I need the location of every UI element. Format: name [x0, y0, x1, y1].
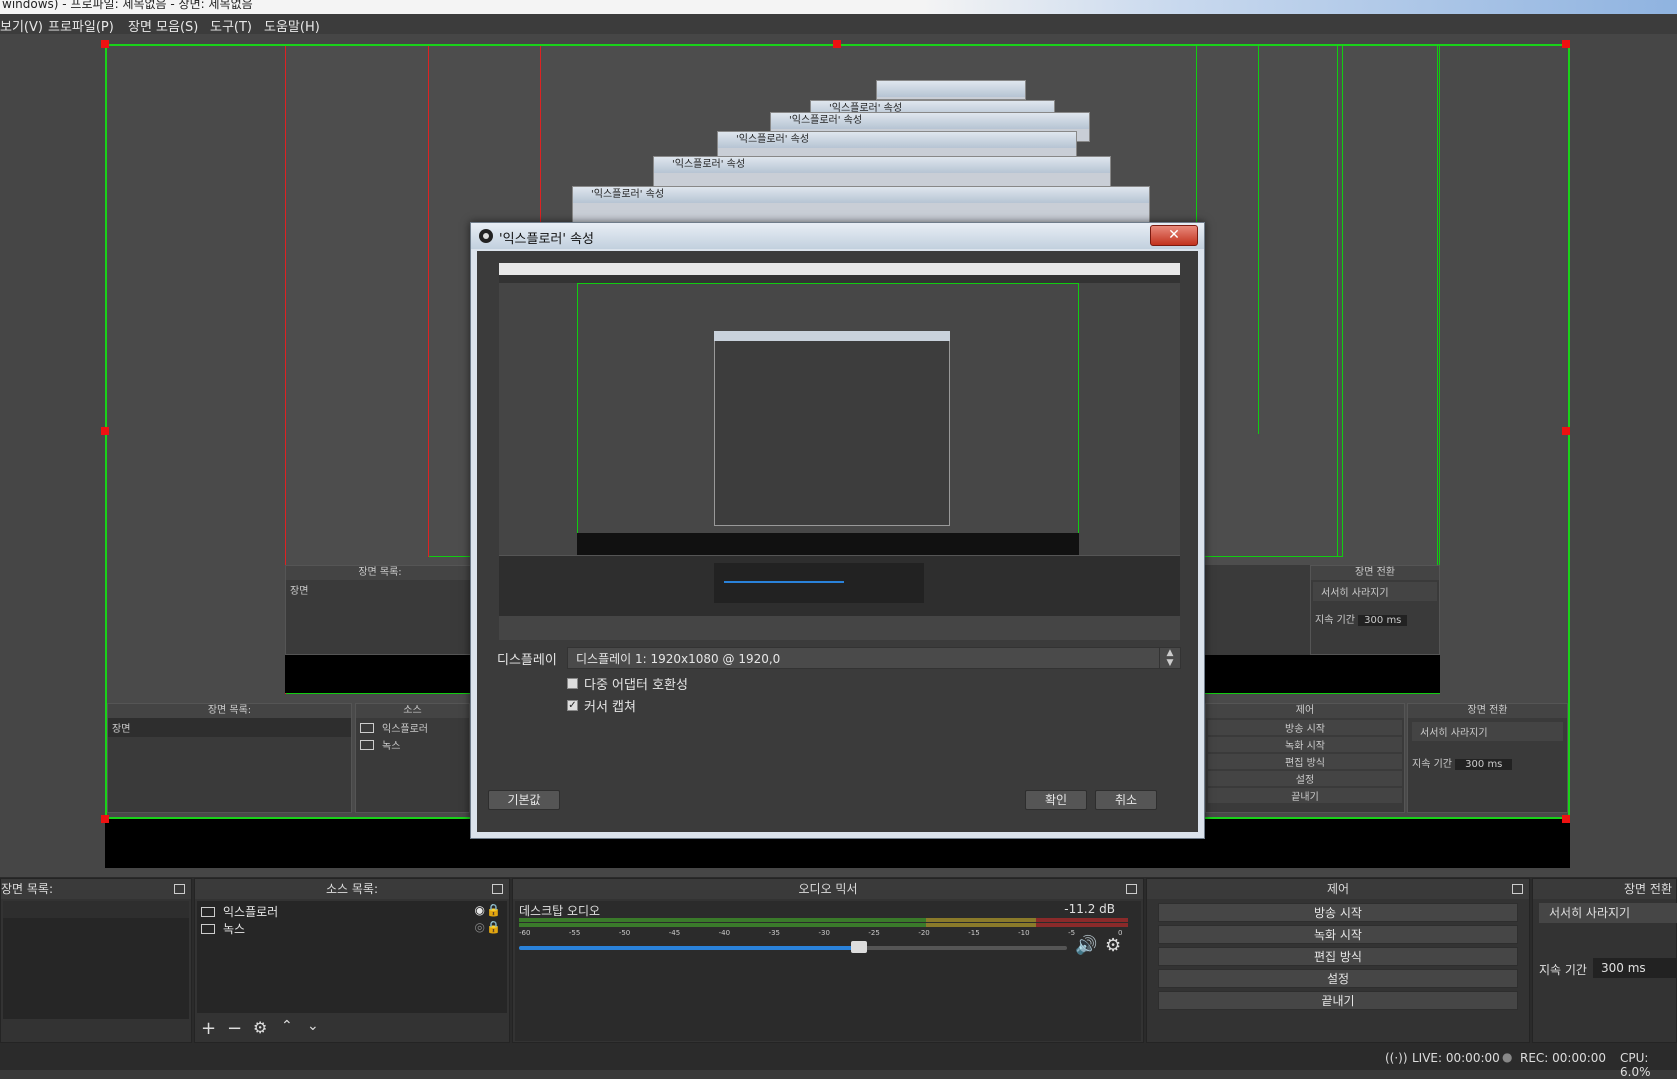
scenes-dock: 장면 목록:	[0, 878, 192, 1043]
meter-green	[519, 918, 926, 922]
resize-handle[interactable]	[101, 427, 109, 435]
duration-label: 지속 기간	[1539, 963, 1587, 977]
meter-yellow	[926, 918, 1036, 922]
window-title: windows) - 프로파일: 제목없음 - 장면: 제목없음	[2, 0, 253, 11]
list-item[interactable]: 익스플로러 ◉ 🔒	[201, 903, 501, 920]
start-recording-button[interactable]: 녹화 시작	[1158, 925, 1518, 944]
meter-tick-label: -15	[968, 929, 980, 937]
display-select[interactable]: 디스플레이 1: 1920x1080 @ 1920,0 ▲ ▼	[567, 647, 1181, 669]
meter-tick-label: -35	[768, 929, 781, 937]
meter-tick-label: -10	[1018, 929, 1030, 937]
rec-status: REC: 00:00:00	[1520, 1051, 1607, 1065]
resize-handle[interactable]	[1562, 427, 1570, 435]
multi-adapter-label: 다중 어댑터 호환성	[584, 678, 688, 693]
status-bar: ((·)) LIVE: 00:00:00 ● REC: 00:00:00 CPU…	[0, 1047, 1677, 1079]
volume-slider[interactable]	[519, 941, 1067, 953]
resize-handle[interactable]	[101, 40, 109, 48]
live-status: LIVE: 00:00:00	[1412, 1051, 1500, 1065]
meter-tick-label: -40	[718, 929, 731, 937]
scenes-list[interactable]	[3, 901, 189, 1019]
menu-profile[interactable]: 프로파일(P)	[48, 16, 114, 35]
menu-help[interactable]: 도움말(H)	[264, 16, 320, 35]
sources-title: 소스 목록:	[325, 882, 379, 896]
dialog-client: 디스플레이 디스플레이 1: 1920x1080 @ 1920,0 ▲ ▼ 다중 …	[477, 251, 1198, 832]
menu-scene-collection[interactable]: 장면 모음(S)	[128, 16, 198, 35]
meter-tick-label: -5	[1068, 929, 1076, 937]
live-icon: ((·))	[1385, 1051, 1408, 1065]
capture-cursor-checkbox[interactable]: ✓	[567, 700, 578, 711]
gear-icon[interactable]: ⚙	[253, 1018, 267, 1037]
meter-tick-label: -25	[868, 929, 880, 937]
mixer-body: 데스크탑 오디오 -11.2 dB -60 -55 -50 -45 -40 -35 -30 -…	[515, 901, 1141, 1041]
volume-slider-handle[interactable]	[850, 941, 867, 953]
obs-logo-icon	[479, 229, 493, 243]
scenes-title: 장면 목록:	[1, 882, 54, 896]
lock-icon[interactable]: 🔒	[486, 903, 501, 917]
chevron-down-icon[interactable]: ⌄	[307, 1018, 319, 1034]
lock-icon[interactable]: 🔒	[486, 920, 501, 934]
record-dot-icon: ●	[1502, 1050, 1513, 1064]
menu-tools[interactable]: 도구(T)	[210, 16, 252, 35]
float-icon[interactable]	[1126, 884, 1137, 894]
dialog-preview	[499, 263, 1180, 640]
cancel-button[interactable]: 취소	[1095, 790, 1157, 810]
mixer-track-name: 데스크탑 오디오	[519, 904, 601, 918]
window-title-bar: windows) - 프로파일: 제목없음 - 장면: 제목없음	[0, 0, 1677, 14]
display-label: 디스플레이	[497, 653, 557, 668]
remove-icon[interactable]: −	[227, 1018, 242, 1039]
monitor-icon	[201, 907, 215, 917]
chevron-up-icon[interactable]: ⌃	[281, 1018, 293, 1034]
multi-adapter-checkbox[interactable]	[567, 678, 578, 689]
chevron-updown-icon: ▲ ▼	[1159, 648, 1180, 668]
meter-tick-label: -60	[519, 929, 531, 937]
resize-handle[interactable]	[833, 40, 841, 48]
menu-view[interactable]: 보기(V)	[0, 16, 43, 35]
defaults-button[interactable]: 기본값	[488, 790, 560, 810]
add-icon[interactable]: +	[201, 1018, 216, 1039]
float-icon[interactable]	[174, 884, 185, 894]
resize-handle[interactable]	[1562, 40, 1570, 48]
transition-select[interactable]: 서서히 사라지기	[1539, 903, 1677, 923]
dialog-title: '익스플로러' 속성	[499, 232, 594, 247]
resize-handle[interactable]	[1562, 815, 1570, 823]
meter-scale: -60 -55 -50 -45 -40 -35 -30 -25 -20 -15 -10 -5 0	[519, 929, 1128, 941]
controls-title: 제어	[1326, 882, 1350, 896]
studio-mode-button[interactable]: 편집 방식	[1158, 947, 1518, 966]
meter-tick-label: -45	[668, 929, 681, 937]
menu-bar: 보기(V) 프로파일(P) 장면 모음(S) 도구(T) 도움말(H)	[0, 14, 1677, 35]
duration-input[interactable]: 300 ms	[1593, 958, 1677, 978]
cpu-status: CPU: 6.0%	[1620, 1051, 1651, 1079]
meter-red	[1036, 918, 1128, 922]
ok-button[interactable]: 확인	[1025, 790, 1087, 810]
dialog-title-bar[interactable]: '익스플로러' 속성 ✕	[471, 223, 1204, 249]
capture-cursor-label: 커서 캡쳐	[584, 700, 636, 715]
meter-tick-label: -20	[918, 929, 930, 937]
transitions-dock: 장면 전환 서서히 사라지기 지속 기간 300 ms	[1532, 878, 1677, 1043]
sources-list[interactable]: 익스플로러 ◉ 🔒 녹스 ◎ 🔒	[197, 901, 507, 1013]
list-item[interactable]: 녹스 ◎ 🔒	[201, 920, 501, 937]
resize-handle[interactable]	[101, 815, 109, 823]
float-icon[interactable]	[1512, 884, 1523, 894]
mixer-title: 오디오 믹서	[798, 882, 858, 896]
exit-button[interactable]: 끝내기	[1158, 991, 1518, 1010]
audio-mixer-dock: 오디오 믹서 데스크탑 오디오 -11.2 dB -60 -55 -50 -45 -40…	[512, 878, 1144, 1043]
close-button[interactable]: ✕	[1150, 225, 1198, 246]
meter-tick-label: -55	[568, 929, 581, 937]
transitions-title: 장면 전환	[1624, 882, 1672, 896]
gear-icon[interactable]: ⚙	[1105, 935, 1121, 956]
eye-hidden-icon[interactable]: ◎	[475, 920, 485, 934]
settings-button[interactable]: 설정	[1158, 969, 1518, 988]
sources-dock: 소스 목록: 익스플로러 ◉ 🔒 녹스 ◎ 🔒 + − ⚙ ⌃ ⌄	[194, 878, 510, 1043]
meter-tick-label: -50	[618, 929, 631, 937]
properties-dialog: '익스플로러' 속성 ✕ 디스플레이 디스플레이 1: 1920x1080 @ …	[470, 222, 1205, 839]
mixer-level: -11.2 dB	[1064, 902, 1115, 916]
meter-tick-label: -30	[818, 929, 830, 937]
speaker-icon[interactable]: 🔊	[1075, 935, 1097, 956]
eye-icon[interactable]: ◉	[475, 903, 485, 917]
start-streaming-button[interactable]: 방송 시작	[1158, 903, 1518, 922]
float-icon[interactable]	[492, 884, 503, 894]
monitor-icon	[201, 924, 215, 934]
